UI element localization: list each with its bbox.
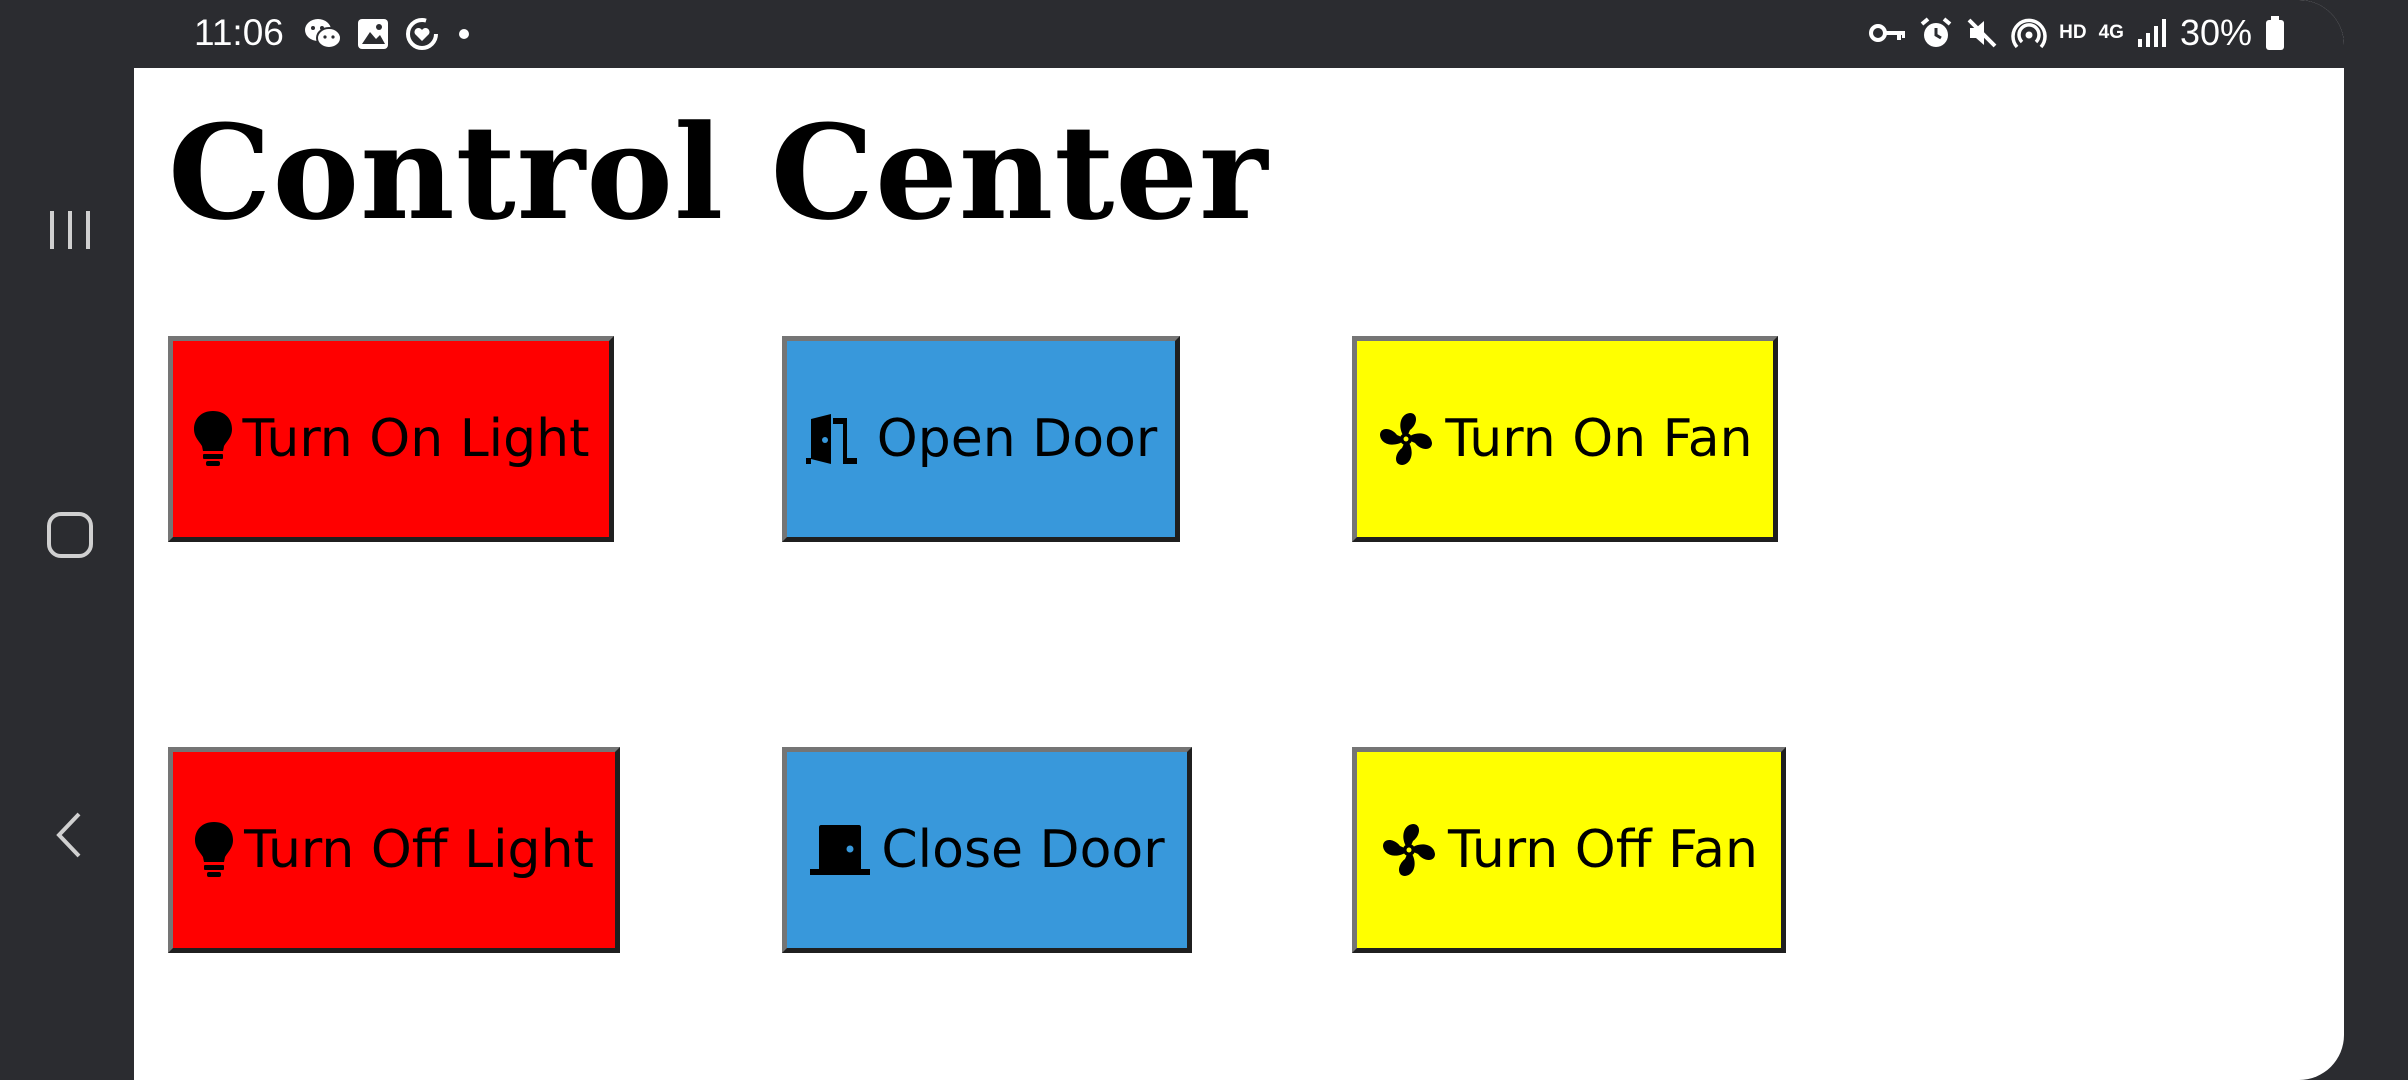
button-label: Turn On Light xyxy=(242,409,590,469)
wechat-icon xyxy=(305,19,342,49)
lightbulb-icon xyxy=(193,411,232,466)
recents-button[interactable] xyxy=(20,180,120,280)
vpn-key-icon xyxy=(1869,24,1906,42)
health-icon xyxy=(406,18,438,50)
button-label: Close Door xyxy=(881,820,1165,880)
fan-icon xyxy=(1380,413,1433,465)
control-center-page: Control Center Turn On Light Open Door T… xyxy=(134,68,2344,1080)
battery-icon xyxy=(2266,16,2284,50)
home-icon xyxy=(47,512,93,558)
turn-on-light-button[interactable]: Turn On Light xyxy=(168,336,614,542)
recents-icon xyxy=(50,211,90,249)
lightbulb-icon xyxy=(195,822,234,877)
hd-voice-label: HD xyxy=(2059,22,2087,43)
button-label: Turn Off Light xyxy=(244,820,594,880)
navigation-bar xyxy=(0,0,134,1080)
mute-icon xyxy=(1967,18,1997,48)
network-type-label: 4G xyxy=(2098,22,2124,43)
alarm-icon xyxy=(1920,17,1952,47)
page-title: Control Center xyxy=(168,96,1269,249)
status-bar: 11:06 HD 4G 30% xyxy=(134,0,2344,68)
screen: 11:06 HD 4G 30% Control Center Turn On L… xyxy=(134,0,2344,1080)
open-door-button[interactable]: Open Door xyxy=(782,336,1180,542)
more-notifications-icon xyxy=(459,29,469,39)
button-label: Open Door xyxy=(876,409,1158,469)
notification-icons xyxy=(304,16,474,52)
status-time: 11:06 xyxy=(194,12,284,53)
button-label: Turn On Fan xyxy=(1445,409,1753,469)
turn-off-fan-button[interactable]: Turn Off Fan xyxy=(1352,747,1786,953)
hotspot-icon xyxy=(2011,18,2047,49)
turn-on-fan-button[interactable]: Turn On Fan xyxy=(1352,336,1778,542)
gallery-icon xyxy=(358,19,388,49)
close-door-button[interactable]: Close Door xyxy=(782,747,1192,953)
button-label: Turn Off Fan xyxy=(1447,820,1759,880)
signal-icon xyxy=(2137,19,2166,47)
back-icon xyxy=(56,812,81,858)
door-open-icon xyxy=(805,414,857,464)
back-button[interactable] xyxy=(20,785,120,885)
fan-icon xyxy=(1382,824,1435,876)
home-button[interactable] xyxy=(20,485,120,585)
turn-off-light-button[interactable]: Turn Off Light xyxy=(168,747,620,953)
battery-percent: 30% xyxy=(2179,12,2252,53)
system-status-icons: HD 4G 30% xyxy=(1869,12,2286,54)
door-closed-icon xyxy=(810,825,871,875)
